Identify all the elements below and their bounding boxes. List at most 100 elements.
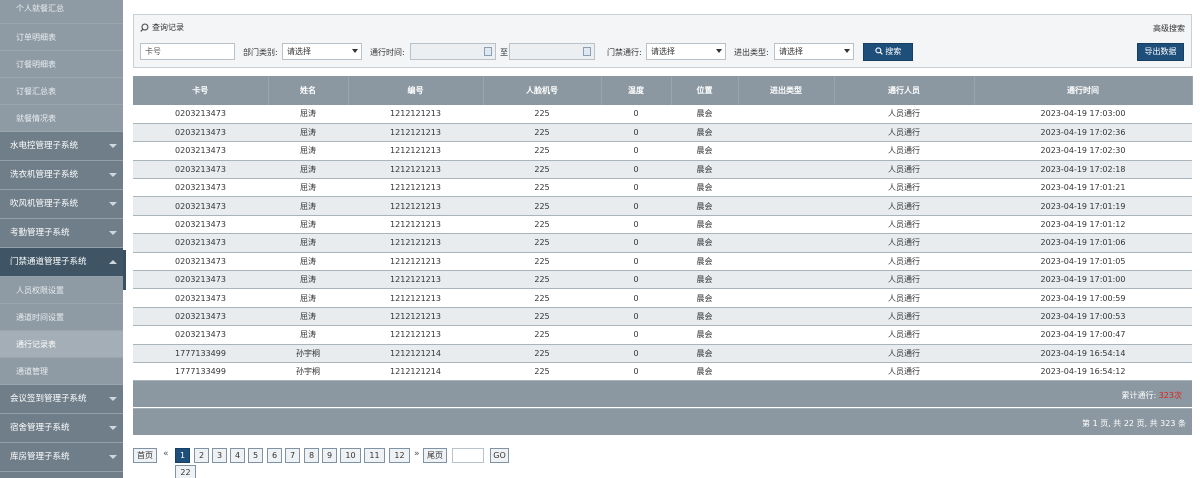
table-cell [738,270,834,290]
last-page-button[interactable]: 尾页 [423,448,447,463]
table-cell: 晨会 [671,288,738,308]
sidebar-item[interactable]: 订单明细表 [0,24,123,51]
sidebar-item[interactable]: 通道时间设置 [0,304,123,331]
table-cell: 0203213473 [133,325,268,345]
sidebar: 个人就餐汇总 订单明细表 订餐明细表 订餐汇总表 就餐情况表 水电控管理子系统 洗衣机管理子… [0,0,123,478]
page-button[interactable]: 5 [248,448,263,463]
table-row[interactable]: 0203213473 屈涛 1212121213 225 0 晨会 人员通行 2023-04-… [133,252,1192,272]
sidebar-group[interactable]: 洗衣机管理子系统 [0,161,123,190]
table-row[interactable]: 1777133499 孙宇桐 1212121214 225 0 晨会 人员通行 2023-04… [133,344,1192,363]
dept-select[interactable]: 请选择 [282,43,362,60]
sidebar-item[interactable]: 订餐明细表 [0,51,123,78]
table-row[interactable]: 0203213473 屈涛 1212121213 225 0 晨会 人员通行 2023-04-… [133,196,1192,216]
table-row[interactable]: 0203213473 屈涛 1212121213 225 0 晨会 人员通行 2023-04-… [133,141,1192,161]
table-cell: 2023-04-19 17:01:05 [974,252,1192,272]
sidebar-group[interactable]: 库房管理子系统 [0,443,123,472]
gate-select[interactable]: 请选择 [646,43,726,60]
table-row[interactable]: 0203213473 屈涛 1212121213 225 0 晨会 人员通行 2023-04-… [133,178,1192,198]
search-icon [140,23,149,32]
sidebar-group-label: 门禁通道管理子系统 [10,257,87,267]
next-page-icon[interactable]: » [414,449,420,459]
page-button[interactable]: 12 [389,448,410,463]
table-row[interactable]: 0203213473 屈涛 1212121213 225 0 晨会 人员通行 2023-04-… [133,325,1192,345]
column-header: 卡号 [133,76,269,105]
page-button[interactable]: 22 [175,465,196,478]
table-cell [738,105,834,124]
first-page-button[interactable]: 首页 [133,448,157,463]
sidebar-item[interactable]: 订餐汇总表 [0,78,123,105]
table-row[interactable]: 0203213473 屈涛 1212121213 225 0 晨会 人员通行 2023-04-… [133,270,1192,290]
sidebar-group[interactable]: 信息发布管理子系统 [0,472,123,478]
table-row[interactable]: 0203213473 屈涛 1212121213 225 0 晨会 人员通行 2023-04-… [133,123,1192,143]
search-button[interactable]: 搜索 [863,43,913,61]
table-cell: 1212121213 [348,123,483,143]
sidebar-scroll-indicator[interactable] [123,250,126,290]
table-cell: 屈涛 [268,252,348,272]
table-cell: 屈涛 [268,141,348,161]
table-cell: 晨会 [671,252,738,272]
table-cell: 225 [483,288,601,308]
table-cell: 人员通行 [834,307,974,327]
table-cell: 1212121213 [348,141,483,161]
sidebar-group[interactable]: 门禁通道管理子系统 [0,248,123,277]
type-select[interactable]: 请选择 [774,43,854,60]
sidebar-item[interactable]: 个人就餐汇总 [0,0,123,24]
page-button[interactable]: 1 [175,448,190,463]
table-cell: 1212121213 [348,270,483,290]
column-header: 进出类型 [738,76,835,105]
page-button[interactable]: 9 [322,448,337,463]
table-cell: 0203213473 [133,270,268,290]
table-cell: 0 [601,362,671,382]
table-cell: 屈涛 [268,270,348,290]
table-row[interactable]: 0203213473 屈涛 1212121213 225 0 晨会 人员通行 2023-04-… [133,288,1192,308]
sidebar-item[interactable]: 通行记录表 [0,331,123,358]
page-button[interactable]: 6 [267,448,282,463]
table-cell: 屈涛 [268,123,348,143]
table-cell: 0203213473 [133,233,268,253]
advanced-search-link[interactable]: 高级搜索 [1153,23,1185,34]
table-cell [738,362,834,382]
page-button[interactable]: 3 [212,448,227,463]
calendar-icon[interactable] [484,47,492,56]
sidebar-item[interactable]: 人员权限设置 [0,277,123,304]
card-number-input[interactable]: 卡号 [140,43,235,60]
export-button[interactable]: 导出数据 [1137,43,1184,61]
prev-page-icon[interactable]: « [163,449,169,459]
page-button[interactable]: 4 [230,448,245,463]
table-cell: 0 [601,160,671,180]
sidebar-group[interactable]: 考勤管理子系统 [0,219,123,248]
table-row[interactable]: 0203213473 屈涛 1212121213 225 0 晨会 人员通行 2023-04-… [133,307,1192,327]
time-end-input[interactable] [509,43,595,60]
sidebar-group-label: 库房管理子系统 [10,452,70,462]
table-cell: 人员通行 [834,215,974,235]
page-button[interactable]: 11 [364,448,385,463]
table-row[interactable]: 0203213473 屈涛 1212121213 225 0 晨会 人员通行 2023-04-… [133,215,1192,235]
table-row[interactable]: 0203213473 屈涛 1212121213 225 0 晨会 人员通行 2023-04-… [133,105,1192,124]
table-cell: 225 [483,362,601,382]
sidebar-group[interactable]: 吹风机管理子系统 [0,190,123,219]
table-cell: 晨会 [671,178,738,198]
page-button[interactable]: 2 [194,448,209,463]
time-start-input[interactable] [410,43,496,60]
table-row[interactable]: 0203213473 屈涛 1212121213 225 0 晨会 人员通行 2023-04-… [133,233,1192,253]
sidebar-group[interactable]: 会议签到管理子系统 [0,385,123,414]
page-button[interactable]: 10 [340,448,361,463]
table-cell: 晨会 [671,344,738,363]
table-row[interactable]: 1777133499 孙宇桐 1212121214 225 0 晨会 人员通行 2023-04… [133,362,1192,382]
go-button[interactable]: GO [490,448,509,463]
sidebar-group[interactable]: 水电控管理子系统 [0,132,123,161]
table-cell: 晨会 [671,233,738,253]
table-row[interactable]: 0203213473 屈涛 1212121213 225 0 晨会 人员通行 2023-04-… [133,160,1192,180]
table-cell: 0 [601,344,671,363]
table-cell: 0203213473 [133,288,268,308]
table-cell [738,325,834,345]
page-number-input[interactable] [452,448,484,463]
sidebar-group[interactable]: 宿舍管理子系统 [0,414,123,443]
sidebar-item[interactable]: 就餐情况表 [0,105,123,132]
page-button[interactable]: 7 [285,448,300,463]
table-cell: 1777133499 [133,362,268,382]
page-button[interactable]: 8 [304,448,319,463]
table-cell: 孙宇桐 [268,344,348,363]
sidebar-item[interactable]: 通道管理 [0,358,123,385]
calendar-icon[interactable] [583,47,591,56]
